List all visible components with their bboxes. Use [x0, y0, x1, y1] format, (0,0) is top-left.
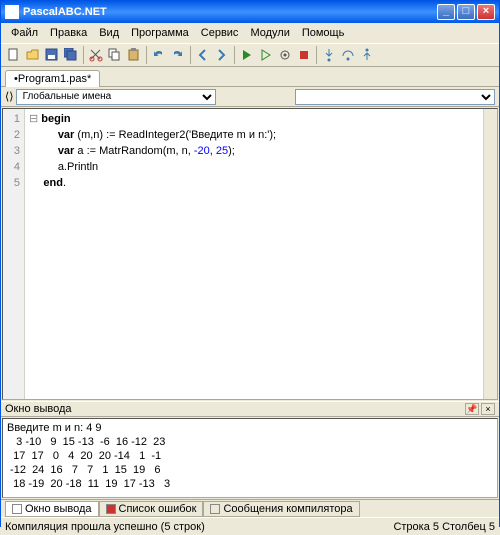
nav-back-button[interactable]: [194, 46, 212, 64]
close-button[interactable]: ×: [477, 4, 495, 20]
output-panel[interactable]: Введите m и n: 4 9 3 -10 9 15 -13 -6 16 …: [2, 418, 498, 498]
line-num: 1: [3, 111, 20, 127]
stop-button[interactable]: [295, 46, 313, 64]
run-button[interactable]: [238, 46, 256, 64]
msg-tab-icon: [210, 504, 220, 514]
nav-fwd-button[interactable]: [213, 46, 231, 64]
output-title: Окно вывода: [5, 403, 72, 415]
step-out-button[interactable]: [358, 46, 376, 64]
open-button[interactable]: [24, 46, 42, 64]
line-num: 5: [3, 175, 20, 191]
line-num: 2: [3, 127, 20, 143]
toolbar: [1, 43, 499, 67]
line-gutter: 1 2 3 4 5: [3, 109, 25, 399]
output-line: -12 24 16 7 7 1 15 19 6: [7, 464, 161, 476]
menu-modules[interactable]: Модули: [244, 25, 295, 41]
nav-icon: ⟨⟩: [5, 90, 14, 103]
step-over-icon: [341, 48, 355, 62]
arrow-left-icon: [196, 48, 210, 62]
menu-file[interactable]: Файл: [5, 25, 44, 41]
pin-button[interactable]: 📌: [465, 403, 479, 415]
save-icon: [45, 48, 59, 62]
arrow-right-icon: [215, 48, 229, 62]
maximize-button[interactable]: □: [457, 4, 475, 20]
app-icon: [5, 5, 19, 19]
new-file-icon: [7, 48, 21, 62]
tab-program1[interactable]: •Program1.pas*: [5, 70, 100, 87]
close-output-button[interactable]: ×: [481, 403, 495, 415]
redo-button[interactable]: [169, 46, 187, 64]
vscrollbar[interactable]: [483, 109, 497, 399]
tab-messages[interactable]: Сообщения компилятора: [203, 501, 359, 517]
code-editor[interactable]: 1 2 3 4 5 ⊟ begin var (m,n) := ReadInteg…: [2, 108, 498, 400]
line-num: 3: [3, 143, 20, 159]
tab-errors[interactable]: Список ошибок: [99, 501, 204, 517]
editor-tabbar: •Program1.pas*: [1, 67, 499, 87]
menu-service[interactable]: Сервис: [195, 25, 245, 41]
save-all-icon: [64, 48, 78, 62]
stop-icon: [297, 48, 311, 62]
save-all-button[interactable]: [62, 46, 80, 64]
paste-button[interactable]: [125, 46, 143, 64]
nav-row: ⟨⟩ Глобальные имена: [1, 87, 499, 107]
open-icon: [26, 48, 40, 62]
output-line: 18 -19 20 -18 11 19 17 -13 3: [7, 478, 170, 490]
menubar: Файл Правка Вид Программа Сервис Модули …: [1, 23, 499, 43]
copy-button[interactable]: [106, 46, 124, 64]
output-line: 3 -10 9 15 -13 -6 16 -12 23: [7, 436, 165, 448]
undo-icon: [152, 48, 166, 62]
step-over-button[interactable]: [339, 46, 357, 64]
output-tab-icon: [12, 504, 22, 514]
redo-icon: [171, 48, 185, 62]
play-outline-icon: [259, 48, 273, 62]
error-tab-icon: [106, 504, 116, 514]
menu-edit[interactable]: Правка: [44, 25, 93, 41]
output-caption: Окно вывода 📌 ×: [1, 401, 499, 417]
tab-output[interactable]: Окно вывода: [5, 501, 99, 517]
step-out-icon: [360, 48, 374, 62]
output-tabs: Окно вывода Список ошибок Сообщения комп…: [1, 499, 499, 517]
output-line: Введите m и n: 4 9: [7, 422, 102, 434]
save-button[interactable]: [43, 46, 61, 64]
output-line: 17 17 0 4 20 20 -14 1 -1: [7, 450, 161, 462]
step-into-button[interactable]: [320, 46, 338, 64]
run-no-debug-button[interactable]: [257, 46, 275, 64]
statusbar: Компиляция прошла успешно (5 строк) Стро…: [1, 517, 499, 535]
window-title: PascalABC.NET: [23, 6, 437, 18]
paste-icon: [127, 48, 141, 62]
compile-button[interactable]: [276, 46, 294, 64]
undo-button[interactable]: [150, 46, 168, 64]
play-icon: [240, 48, 254, 62]
gear-icon: [278, 48, 292, 62]
minimize-button[interactable]: _: [437, 4, 455, 20]
menu-view[interactable]: Вид: [93, 25, 125, 41]
cut-button[interactable]: [87, 46, 105, 64]
menu-program[interactable]: Программа: [125, 25, 195, 41]
copy-icon: [108, 48, 122, 62]
new-file-button[interactable]: [5, 46, 23, 64]
line-num: 4: [3, 159, 20, 175]
menu-help[interactable]: Помощь: [296, 25, 351, 41]
cut-icon: [89, 48, 103, 62]
step-into-icon: [322, 48, 336, 62]
scope-dropdown[interactable]: Глобальные имена: [16, 89, 216, 105]
code-area[interactable]: ⊟ begin var (m,n) := ReadInteger2('Введи…: [25, 109, 497, 399]
members-dropdown[interactable]: [295, 89, 495, 105]
